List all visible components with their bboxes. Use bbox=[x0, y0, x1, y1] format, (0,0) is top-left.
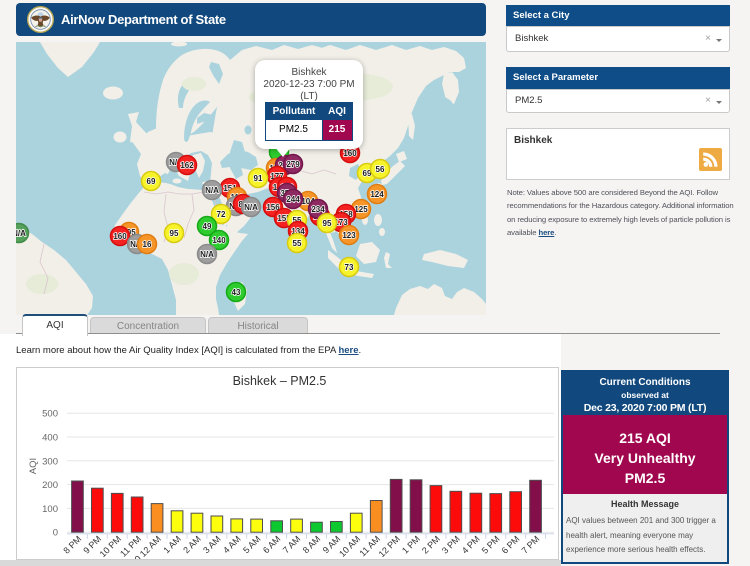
svg-text:5 PM: 5 PM bbox=[480, 534, 502, 556]
svg-text:3 AM: 3 AM bbox=[201, 534, 223, 556]
svg-text:N/A: N/A bbox=[16, 229, 26, 238]
svg-text:49: 49 bbox=[203, 222, 212, 231]
svg-text:1 AM: 1 AM bbox=[161, 534, 183, 556]
svg-text:162: 162 bbox=[180, 161, 194, 170]
svg-text:125: 125 bbox=[354, 205, 368, 214]
svg-text:6 AM: 6 AM bbox=[261, 534, 283, 556]
svg-text:7 PM: 7 PM bbox=[520, 534, 542, 556]
svg-text:8 PM: 8 PM bbox=[61, 534, 83, 556]
svg-text:N/A: N/A bbox=[205, 186, 219, 195]
svg-text:4 AM: 4 AM bbox=[221, 534, 243, 556]
svg-text:69: 69 bbox=[147, 177, 156, 186]
svg-text:6 PM: 6 PM bbox=[500, 534, 522, 556]
svg-text:16: 16 bbox=[143, 240, 152, 249]
svg-text:56: 56 bbox=[376, 165, 385, 174]
svg-text:279: 279 bbox=[286, 160, 300, 169]
svg-text:2 PM: 2 PM bbox=[420, 534, 442, 556]
svg-text:N/A: N/A bbox=[200, 250, 214, 259]
svg-text:12 PM: 12 PM bbox=[377, 534, 402, 559]
svg-text:300: 300 bbox=[42, 456, 58, 467]
svg-text:91: 91 bbox=[254, 174, 263, 183]
svg-text:400: 400 bbox=[42, 433, 58, 444]
svg-text:200: 200 bbox=[42, 480, 58, 491]
svg-text:0: 0 bbox=[53, 528, 58, 539]
svg-text:100: 100 bbox=[42, 504, 58, 515]
svg-text:2 AM: 2 AM bbox=[181, 534, 203, 556]
svg-text:234: 234 bbox=[311, 205, 325, 214]
svg-text:10 PM: 10 PM bbox=[98, 534, 123, 559]
svg-text:55: 55 bbox=[293, 239, 302, 248]
svg-text:1 PM: 1 PM bbox=[400, 534, 422, 556]
svg-text:244: 244 bbox=[286, 195, 300, 204]
svg-text:N/A: N/A bbox=[244, 203, 258, 212]
svg-text:160: 160 bbox=[113, 232, 127, 241]
svg-text:AQI: AQI bbox=[28, 458, 39, 474]
svg-text:10 AM: 10 AM bbox=[337, 534, 362, 559]
svg-text:500: 500 bbox=[42, 409, 58, 420]
svg-text:43: 43 bbox=[232, 288, 241, 297]
svg-text:160: 160 bbox=[343, 149, 357, 158]
svg-text:95: 95 bbox=[323, 219, 332, 228]
svg-text:140: 140 bbox=[212, 236, 226, 245]
svg-text:5 AM: 5 AM bbox=[241, 534, 263, 556]
svg-text:7 AM: 7 AM bbox=[281, 534, 303, 556]
svg-text:73: 73 bbox=[345, 263, 354, 272]
svg-text:4 PM: 4 PM bbox=[460, 534, 482, 556]
svg-text:72: 72 bbox=[217, 210, 226, 219]
svg-text:8 AM: 8 AM bbox=[301, 534, 323, 556]
svg-text:3 PM: 3 PM bbox=[440, 534, 462, 556]
svg-text:95: 95 bbox=[170, 229, 179, 238]
svg-text:123: 123 bbox=[342, 231, 356, 240]
svg-text:124: 124 bbox=[370, 190, 384, 199]
